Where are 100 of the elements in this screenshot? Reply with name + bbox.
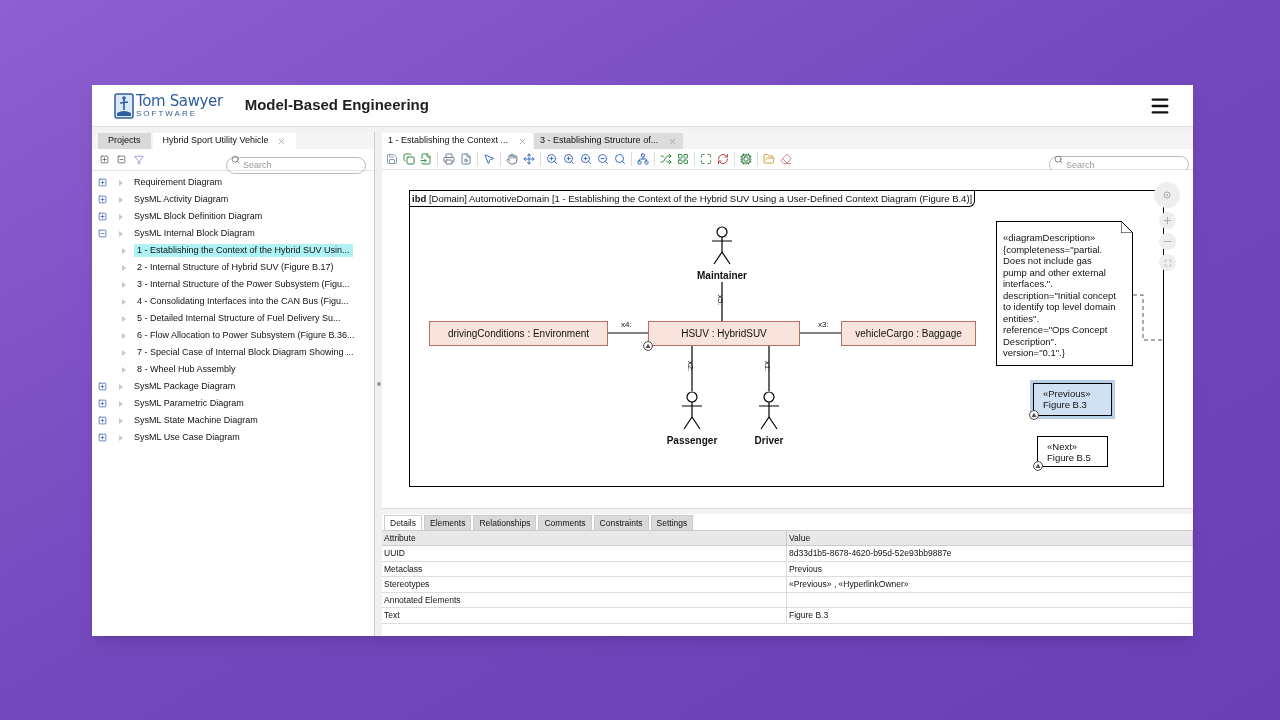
folder-icon[interactable] [763,153,775,165]
description-note: «diagramDescription» {completeness="partial. Does not include gas pump and other external interfaces.". description="Initial concept to identify top level domain entities". reference="Ops Concept Description". version="0.1".} [996,221,1133,366]
grid-icon[interactable] [677,153,689,165]
table-cell: Annotated Elements [382,592,787,608]
editor-tab[interactable]: 1 - Establishing the Context ... [382,133,534,149]
hyperlink-icon[interactable] [1033,461,1043,471]
save-icon[interactable] [386,153,398,165]
logo-subtitle: SOFTWARE [136,109,198,118]
frame-title: ibd [Domain] AutomotiveDomain [1 - Establishing the Context of the Hybrid SUV Using a User-Defined Context Diagram (Figure B.4)] [410,191,976,207]
table-cell: «Previous» , «HyperlinkOwner» [787,577,1193,592]
tree-item[interactable]: 1 - Establishing the Context of the Hybrid SUV Usin... [134,243,353,258]
hyperlink-note[interactable]: «Next» Figure B.5 [1037,436,1108,467]
expand-icon[interactable] [98,433,107,442]
tree-item[interactable]: 6 - Flow Allocation to Power Subsystem (Figure B.36... [134,328,358,343]
details-tab[interactable]: Constraints [593,515,649,530]
eraser-icon[interactable] [780,153,792,165]
connector-label: x4: [621,319,632,331]
tree-item[interactable]: SysML Use Case Diagram [131,430,243,445]
expand-icon[interactable] [98,382,107,391]
close-icon[interactable] [518,136,528,146]
zoom-in-icon[interactable] [563,153,575,165]
note-fold [1121,221,1133,233]
search-field[interactable]: Search [226,156,366,174]
actor-label: Maintainer [697,269,747,283]
panel-tab[interactable]: Hybrid Sport Utility Vehicle [152,133,296,149]
pan-control[interactable] [1154,182,1180,208]
zoom-in-button[interactable] [1159,212,1176,229]
expand-icon[interactable] [98,416,107,425]
connector-label: x3: [818,319,829,331]
tree-item[interactable]: 5 - Detailed Internal Structure of Fuel Delivery Su... [134,311,344,326]
tree-item[interactable]: SysML Internal Block Diagram [131,226,258,241]
panel-tab[interactable]: Projects [98,133,151,149]
tree-node-icon [122,247,126,254]
table-cell: Stereotypes [382,577,787,592]
expand-icon[interactable] [98,195,107,204]
tree-node-icon [119,196,123,203]
connector-label: x1: [762,360,774,372]
zoom-fit-icon[interactable] [614,153,626,165]
zoom-in-icon[interactable] [580,153,592,165]
import-icon[interactable] [420,153,432,165]
chip-icon[interactable] [740,153,752,165]
collapse-icon[interactable] [98,229,107,238]
close-icon[interactable] [276,136,286,146]
collapse-all-icon[interactable] [117,155,126,164]
tree-item[interactable]: 4 - Consolidating Interfaces into the CAN Bus (Figu... [134,294,352,309]
refresh-icon[interactable] [717,153,729,165]
hyperlink-icon[interactable] [1029,410,1039,420]
zoom-out-icon[interactable] [597,153,609,165]
copy-icon[interactable] [403,153,415,165]
tree-node-icon [119,417,123,424]
part-block[interactable]: HSUV : HybridSUV [648,321,800,346]
print-icon[interactable] [443,153,455,165]
tree-node-icon [119,230,123,237]
hyperlink-note[interactable]: «Previous» Figure B.3 [1033,383,1112,416]
details-tab[interactable]: Relationships [473,515,537,530]
pointer-icon[interactable] [483,153,495,165]
tree-node-icon [122,349,126,356]
tree-item[interactable]: 2 - Internal Structure of Hybrid SUV (Figure B.17) [134,260,337,275]
tree-item[interactable]: SysML Activity Diagram [131,192,232,207]
zoom-in-icon[interactable] [546,153,558,165]
tree-item[interactable]: Requirement Diagram [131,175,226,190]
splitter-handle[interactable] [376,382,381,386]
logo-name: Tom Sawyer [136,92,223,110]
app-title: Model-Based Engineering [244,95,429,116]
tree-node-icon [122,366,126,373]
zoom-out-button[interactable] [1159,233,1176,250]
tree-node-icon [119,400,123,407]
tree-item[interactable]: SysML State Machine Diagram [131,413,261,428]
arrange-icon[interactable] [660,153,672,165]
column-header: Attribute [382,531,787,546]
actor-figure [680,391,704,430]
expand-icon[interactable] [700,153,712,165]
move-icon[interactable] [523,153,535,165]
actor-label: Driver [754,434,784,448]
expand-icon[interactable] [98,212,107,221]
part-block[interactable]: drivingConditions : Environment [429,321,608,346]
filter-icon[interactable] [134,154,144,165]
preview-icon[interactable] [460,153,472,165]
hand-icon[interactable] [506,153,518,165]
tree-node-icon [122,315,126,322]
tree-item[interactable]: 8 - Wheel Hub Assembly [134,362,239,377]
part-block[interactable]: vehicleCargo : Baggage [841,321,976,346]
hyperlink-icon[interactable] [643,341,653,351]
expand-icon[interactable] [98,178,107,187]
details-tab[interactable]: Comments [538,515,592,530]
details-tab[interactable]: Details [384,515,422,530]
tree-item[interactable]: SysML Package Diagram [131,379,239,394]
layout-icon[interactable] [637,153,649,165]
tree-item[interactable]: 3 - Internal Structure of the Power Subsystem (Figu... [134,277,353,292]
expand-icon[interactable] [98,399,107,408]
tree-node-icon [122,298,126,305]
tree-item[interactable]: 7 - Special Case of Internal Block Diagram Showing ... [134,345,357,360]
connector-label: x5: [715,294,727,306]
details-tab[interactable]: Settings [650,515,694,530]
expand-all-icon[interactable] [100,155,109,164]
tree-item[interactable]: SysML Block Definition Diagram [131,209,266,224]
editor-tab[interactable]: 3 - Establishing Structure of... [534,133,684,149]
tree-item[interactable]: SysML Parametric Diagram [131,396,247,411]
details-tab[interactable]: Elements [424,515,472,530]
connector-line [721,282,723,321]
